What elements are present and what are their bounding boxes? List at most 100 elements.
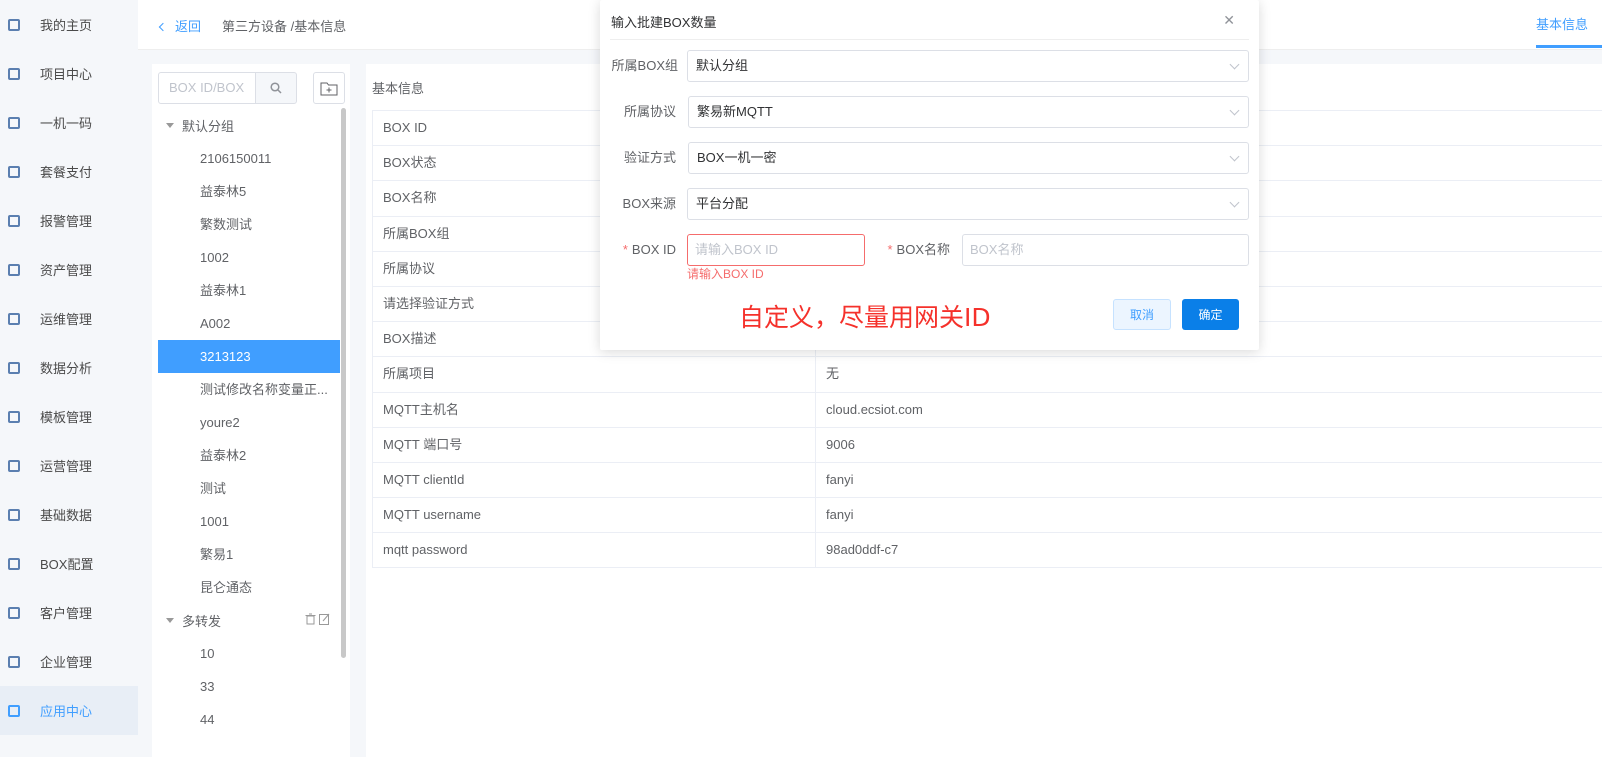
sidebar-item-label: 项目中心 <box>40 67 93 82</box>
sidebar-item-label: 运营管理 <box>40 459 93 474</box>
tree-leaf[interactable]: A002 <box>158 307 340 340</box>
template-icon <box>8 410 20 423</box>
info-value: fanyi <box>826 507 854 523</box>
confirm-button[interactable]: 确定 <box>1182 299 1239 330</box>
briefcase-icon <box>8 655 20 668</box>
chevron-down-icon <box>1229 197 1240 208</box>
box-source-select[interactable]: 平台分配 <box>687 188 1249 220</box>
document-icon <box>8 508 20 521</box>
tab-active-indicator <box>1536 45 1602 48</box>
edit-icon[interactable] <box>319 613 330 625</box>
table-row: MQTT clientId fanyi <box>373 462 1602 499</box>
sidebar-item-label: 基础数据 <box>40 508 93 523</box>
close-icon[interactable]: ✕ <box>1223 12 1235 29</box>
sidebar-item-0[interactable]: 我的主页 <box>0 0 138 49</box>
bell-icon <box>8 214 20 227</box>
tree-leaf[interactable]: 繁易1 <box>158 538 340 571</box>
sidebar-item-8[interactable]: 模板管理 <box>0 392 138 441</box>
dialog-title: 输入批建BOX数量 <box>611 15 717 30</box>
sidebar-item-1[interactable]: 项目中心 <box>0 49 138 98</box>
chevron-down-icon <box>1229 105 1240 116</box>
box-group-row: 所属BOX组 默认分组 <box>600 50 1249 82</box>
info-value: cloud.ecsiot.com <box>826 401 923 417</box>
info-value: 无 <box>826 366 840 382</box>
sidebar-item-label: 套餐支付 <box>40 165 93 180</box>
sidebar-item-13[interactable]: 企业管理 <box>0 637 138 686</box>
tree-leaf[interactable]: 益泰林2 <box>158 439 340 472</box>
sidebar-item-4[interactable]: 报警管理 <box>0 196 138 245</box>
search-button[interactable] <box>255 72 297 104</box>
tree-leaf[interactable]: 益泰林1 <box>158 274 340 307</box>
tree-leaf[interactable]: 10 <box>158 637 340 670</box>
sidebar-item-10[interactable]: 基础数据 <box>0 490 138 539</box>
protocol-select[interactable]: 繁易新MQTT <box>688 96 1249 128</box>
table-row: MQTT主机名 cloud.ecsiot.com <box>373 392 1602 428</box>
tree-group[interactable]: 多转发 <box>158 604 340 637</box>
auth-method-value: BOX一机一密 <box>697 150 777 165</box>
sidebar-item-label: 报警管理 <box>40 214 93 229</box>
box-name-input[interactable]: BOX名称 <box>962 234 1249 266</box>
tree-leaf[interactable]: 测试 <box>158 472 340 505</box>
back-link[interactable]: 返回 <box>158 16 201 35</box>
box-group-select[interactable]: 默认分组 <box>687 50 1249 82</box>
box-name-label-text: BOX名称 <box>896 242 950 257</box>
tree-leaf[interactable]: youre2 <box>158 406 340 439</box>
table-row: MQTT username fanyi <box>373 498 1602 534</box>
protocol-value: 繁易新MQTT <box>697 104 773 119</box>
table-row: 所属项目无 <box>373 357 1602 393</box>
section-title: 基本信息 <box>372 81 425 96</box>
caret-down-icon[interactable] <box>166 618 174 623</box>
tree-leaf[interactable]: 1001 <box>158 505 340 538</box>
tree-leaf[interactable]: 昆仑通态 <box>158 571 340 604</box>
delete-icon[interactable] <box>305 613 316 625</box>
info-key: mqtt password <box>373 533 816 568</box>
sidebar-item-14[interactable]: 应用中心 <box>0 686 138 735</box>
tree-group-label: 多转发 <box>182 614 222 629</box>
tree-leaf[interactable]: 测试修改名称变量正... <box>158 373 340 406</box>
caret-down-icon[interactable] <box>166 123 174 128</box>
wechat-pay-icon <box>8 165 20 178</box>
tree-leaf[interactable]: 益泰林5 <box>158 175 340 208</box>
sidebar: 我的主页项目中心一机一码套餐支付报警管理资产管理运维管理 数据分析模板管理运营管理… <box>0 0 138 757</box>
add-folder-button[interactable] <box>313 72 345 104</box>
sidebar-item-6[interactable]: 运维管理 <box>0 294 138 343</box>
device-tree-panel: BOX ID/BOX 默认分组 2106150011 益泰林5 繁数测试 1002 益泰林… <box>152 64 350 757</box>
sidebar-item-5[interactable]: 资产管理 <box>0 245 138 294</box>
group-actions <box>305 613 330 625</box>
info-key: 所属项目 <box>373 357 816 392</box>
tree-scrollbar[interactable] <box>341 108 346 658</box>
tree-leaf[interactable]: 2106150011 <box>158 142 340 175</box>
box-id-label-text: BOX ID <box>631 242 676 257</box>
folder-add-icon <box>320 82 338 95</box>
box-group-label: 所属BOX组 <box>611 58 678 73</box>
chevron-left-icon <box>158 22 168 32</box>
sidebar-item-9[interactable]: 运营管理 <box>0 441 138 490</box>
cancel-button[interactable]: 取消 <box>1113 299 1171 330</box>
tree-leaf[interactable]: 33 <box>158 670 340 703</box>
box-id-input[interactable]: 请输入BOX ID <box>687 234 865 266</box>
batch-create-dialog: 输入批建BOX数量 ✕ 所属BOX组 默认分组 所属协议 繁易新MQTT 验证方… <box>600 0 1259 350</box>
sidebar-item-7[interactable]: 数据分析 <box>0 343 138 392</box>
tree-leaf[interactable]: 1002 <box>158 241 340 274</box>
table-row: MQTT 端口号 9006 <box>373 427 1602 463</box>
info-value: 98ad0ddf-c7 <box>826 542 899 558</box>
sidebar-item-label: 我的主页 <box>40 18 93 33</box>
home-icon <box>8 18 20 31</box>
sidebar-item-3[interactable]: 套餐支付 <box>0 147 138 196</box>
monitor-icon <box>8 361 20 374</box>
sidebar-item-12[interactable]: 客户管理 <box>0 588 138 637</box>
sidebar-item-label: 模板管理 <box>40 410 93 425</box>
sidebar-item-11[interactable]: BOX配置 <box>0 539 138 588</box>
qrcode-icon <box>8 116 20 129</box>
tree-leaf[interactable]: 繁数测试 <box>158 208 340 241</box>
sidebar-item-2[interactable]: 一机一码 <box>0 98 138 147</box>
search-input[interactable]: BOX ID/BOX <box>158 72 256 104</box>
sidebar-item-label: 资产管理 <box>40 263 93 278</box>
tree-leaf[interactable]: 44 <box>158 703 340 736</box>
box-id-error: 请输入BOX ID <box>687 267 764 281</box>
auth-method-select[interactable]: BOX一机一密 <box>688 142 1249 174</box>
sidebar-item-label: BOX配置 <box>40 557 94 572</box>
tree-group[interactable]: 默认分组 <box>158 109 340 142</box>
tree-leaf[interactable]: 3213123 <box>158 340 340 373</box>
tab-basic-info[interactable]: 基本信息 <box>1536 14 1602 33</box>
